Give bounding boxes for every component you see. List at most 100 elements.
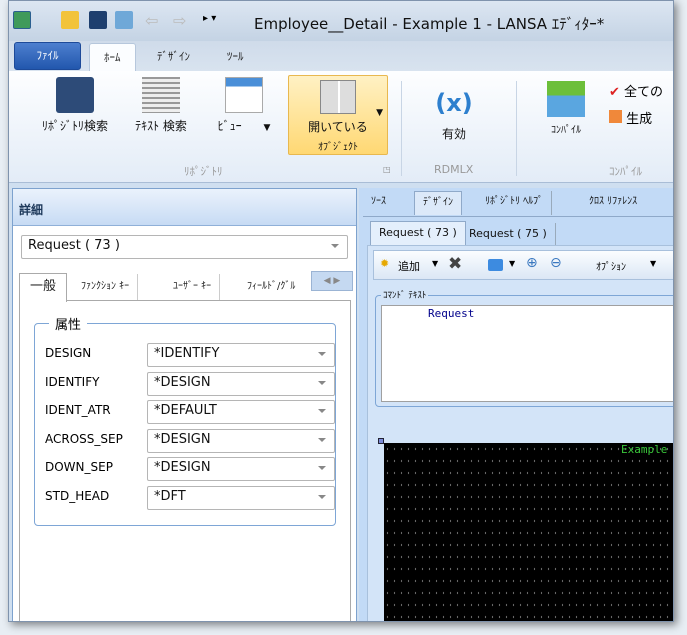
view-icon (225, 77, 263, 113)
rdmlx-x-icon: (x) (435, 89, 473, 117)
button-label: ｺﾝﾊﾟｲﾙ (551, 125, 581, 136)
zoom-in-icon[interactable]: ⊕ (526, 255, 538, 271)
forward-icon[interactable]: ⇨ (173, 11, 186, 30)
layout-icon[interactable] (488, 259, 503, 271)
compile-button[interactable]: ｺﾝﾊﾟｲﾙ (536, 81, 596, 136)
back-icon[interactable]: ⇦ (145, 11, 158, 30)
property-value-dropdown[interactable]: *DESIGN (147, 457, 335, 482)
property-value-dropdown[interactable]: *DESIGN (147, 428, 335, 453)
chevron-down-icon (318, 437, 326, 442)
property-label: STD_HEAD (45, 489, 110, 503)
app-icon (13, 11, 31, 29)
property-label: IDENT_ATR (45, 403, 111, 418)
add-sun-icon: ✹ (380, 257, 390, 270)
compile-icon (547, 81, 585, 117)
tab-tools[interactable]: ﾂｰﾙ (213, 43, 258, 71)
tab-file[interactable]: ﾌｧｲﾙ (14, 42, 81, 70)
button-label: 有効 (441, 127, 466, 141)
options-button[interactable]: ｵﾌﾟｼｮﾝ (596, 258, 626, 273)
chevron-down-icon (318, 409, 326, 414)
editor-window: ⇦ ⇨ ▸ ▾ Employee__Detail - Example 1 - L… (8, 0, 674, 622)
dialog-launcher-icon[interactable]: ◳ (383, 165, 391, 174)
ribbon-tabs: ﾌｧｲﾙ ﾎｰﾑ ﾃﾞｻﾞｲﾝ ﾂｰﾙ (9, 41, 673, 71)
zoom-out-icon[interactable]: ⊖ (550, 255, 562, 271)
tab-user-keys[interactable]: ﾕｰｻﾞｰ ｷｰ (165, 274, 221, 301)
button-label: ﾘﾎﾟｼﾞﾄﾘ検索 (41, 119, 108, 133)
property-value: *DESIGN (154, 460, 211, 476)
property-label: ACROSS_SEP (45, 431, 123, 446)
property-value-dropdown[interactable]: *IDENTIFY (147, 343, 335, 367)
document-binoculars-icon (142, 77, 180, 113)
chevron-down-icon[interactable]: ▼ (650, 259, 656, 268)
button-label: ﾋﾞｭｰ (217, 119, 242, 133)
property-label: IDENTIFY (45, 374, 100, 389)
screen-title-text: Example (621, 443, 668, 456)
divider (516, 81, 517, 176)
all-button[interactable]: ✔ 全ての (609, 81, 663, 100)
object-selector[interactable]: Request ( 73 ) (21, 235, 348, 259)
open-objects-icon (320, 80, 356, 114)
command-text-group-title: ｺﾏﾝﾄﾞ ﾃｷｽﾄ (381, 288, 429, 301)
property-value-dropdown[interactable]: *DEFAULT (147, 400, 335, 425)
tab-design[interactable]: ﾃﾞｻﾞｲﾝ (143, 43, 204, 71)
details-panel: 詳細 Request ( 73 ) 一般 ﾌｧﾝｸｼｮﾝ ｷｰ ﾕｰｻﾞｰ ｷｰ… (12, 188, 357, 621)
property-value: *DESIGN (154, 431, 211, 447)
tab-home[interactable]: ﾎｰﾑ (89, 43, 136, 71)
selector-value: Request ( 73 ) (28, 238, 120, 253)
group-label-rdmlx: RDMLX (434, 163, 474, 176)
property-value-dropdown[interactable]: *DFT (147, 486, 335, 510)
tab-field-group[interactable]: ﾌｨｰﾙﾄﾞ/ｸﾞﾙ (239, 274, 319, 301)
chevron-down-icon (318, 466, 326, 471)
subtab-request-73[interactable]: Request ( 73 ) (370, 221, 466, 245)
group-label-compile: ｺﾝﾊﾟｲﾙ (609, 165, 642, 178)
chevron-down-icon: ▼ (376, 108, 383, 118)
editor-panel: ｿｰｽ ﾃﾞｻﾞｲﾝ ﾘﾎﾟｼﾞﾄﾘ ﾍﾙﾌﾟ ｸﾛｽ ﾘﾌｧﾚﾝｽ Reque… (359, 188, 673, 621)
tab-general[interactable]: 一般 (19, 273, 68, 302)
download-icon[interactable] (115, 11, 133, 29)
design-toolbar: ✹ 追加 ▼ ✖ ▼ ⊕ ⊖ ｵﾌﾟｼｮﾝ ▼ (373, 250, 673, 280)
tab-design[interactable]: ﾃﾞｻﾞｲﾝ (414, 191, 462, 215)
property-value-dropdown[interactable]: *DESIGN (147, 371, 335, 396)
customize-quick-access-icon[interactable]: ▸ ▾ (203, 13, 216, 24)
title-bar: ⇦ ⇨ ▸ ▾ Employee__Detail - Example 1 - L… (9, 1, 673, 41)
details-header: 詳細 (13, 189, 356, 226)
chevron-down-icon[interactable]: ▼ (509, 259, 515, 268)
open-folder-icon[interactable] (61, 11, 79, 29)
subtab-request-75[interactable]: Request ( 75 ) (461, 223, 556, 247)
button-label: ｵﾌﾞｼﾞｪｸﾄ (318, 142, 358, 153)
enable-button[interactable]: (x) 有効 (429, 85, 479, 142)
group-label-repository: ﾘﾎﾟｼﾞﾄﾘ (184, 165, 223, 178)
chevron-down-icon: ▼ (263, 123, 271, 133)
view-button[interactable]: ﾋﾞｭｰ ▼ (205, 77, 283, 134)
property-value: *DFT (154, 489, 186, 504)
chevron-down-icon[interactable]: ▼ (432, 259, 438, 268)
tab-repository-help[interactable]: ﾘﾎﾟｼﾞﾄﾘ ﾍﾙﾌﾟ (477, 191, 553, 215)
add-button[interactable]: 追加 (398, 258, 420, 274)
button-label: 全ての (624, 85, 664, 100)
property-value: *IDENTIFY (154, 346, 220, 361)
delete-icon[interactable]: ✖ (448, 254, 462, 274)
chevron-down-icon (318, 352, 326, 356)
command-text-input[interactable]: Request (381, 305, 673, 402)
property-label: DESIGN (45, 346, 92, 360)
open-objects-button[interactable]: 開いている ｵﾌﾞｼﾞｪｸﾄ ▼ (288, 75, 388, 155)
tab-cross-reference[interactable]: ｸﾛｽ ﾘﾌｧﾚﾝｽ (581, 191, 645, 215)
generate-button[interactable]: 生成 (609, 108, 652, 127)
tab-source[interactable]: ｿｰｽ (363, 191, 394, 215)
button-label: ﾃｷｽﾄ 検索 (135, 119, 187, 133)
screen-design-canvas[interactable]: Example (384, 443, 673, 621)
repository-search-button[interactable]: ﾘﾎﾟｼﾞﾄﾘ検索 (29, 77, 121, 134)
divider (363, 216, 673, 217)
chevron-down-icon (318, 495, 326, 499)
tab-scroll-buttons[interactable]: ◀ ▶ (311, 271, 353, 291)
window-title: Employee__Detail - Example 1 - LANSA ｴﾃﾞ… (254, 15, 605, 33)
divider (401, 81, 402, 176)
property-value: *DESIGN (154, 374, 211, 390)
tab-function-keys[interactable]: ﾌｧﾝｸｼｮﾝ ｷｰ (73, 274, 139, 301)
button-label: 生成 (626, 112, 653, 127)
brick-icon (609, 110, 622, 123)
property-label: DOWN_SEP (45, 460, 113, 475)
monitor-binoculars-icon (56, 77, 94, 113)
save-icon[interactable] (89, 11, 107, 29)
text-search-button[interactable]: ﾃｷｽﾄ 検索 (125, 77, 197, 134)
